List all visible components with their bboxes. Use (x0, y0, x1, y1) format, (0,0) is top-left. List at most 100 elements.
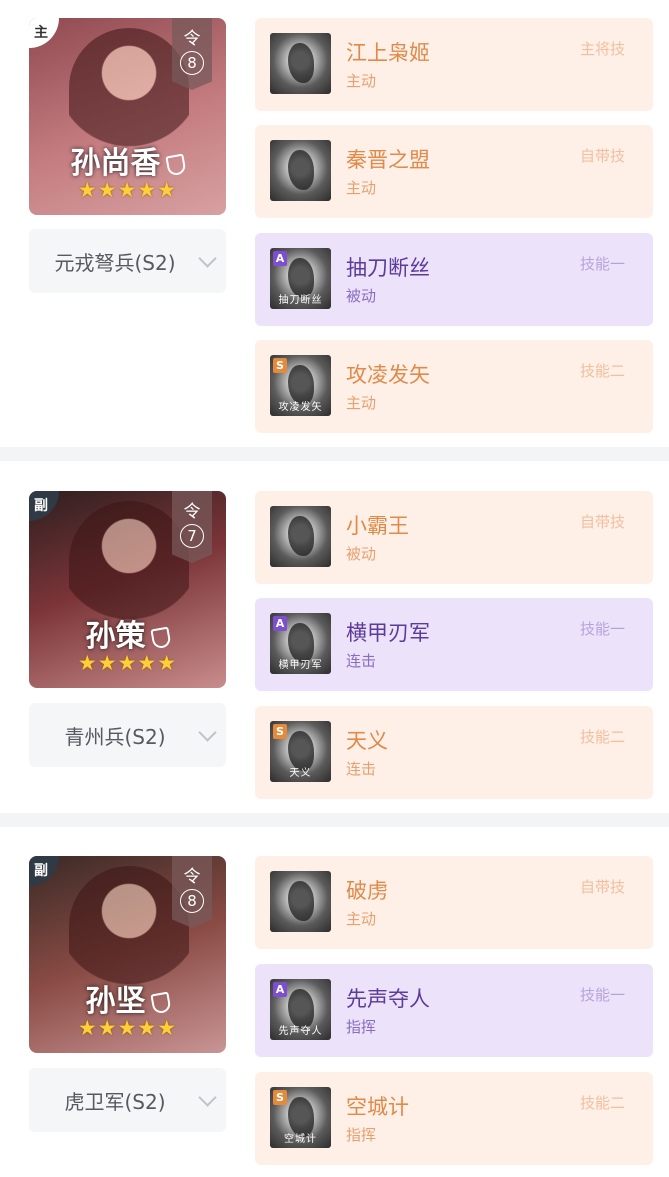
grade-badge: S (273, 1090, 287, 1105)
command-label: 令 (183, 502, 201, 522)
skill-icon (270, 506, 331, 567)
skill-slot: 技能一 (579, 620, 625, 638)
skill-icon: S 空城计 (270, 1087, 331, 1148)
skill-name: 小霸王 (346, 514, 409, 538)
skill-type: 连击 (346, 760, 377, 778)
grade-badge: A (273, 982, 287, 997)
shield-icon (149, 626, 172, 650)
skill-icon: S 天义 (270, 721, 331, 782)
skill-name: 秦晋之盟 (346, 148, 430, 172)
skill-slot: 自带技 (579, 513, 625, 531)
skill-slot: 自带技 (579, 147, 625, 165)
skill-icon: A 横甲刃军 (270, 613, 331, 674)
skill-icon: A 先声夺人 (270, 979, 331, 1040)
skill-name: 空城计 (346, 1095, 409, 1119)
star-rating: ★★★★★ (77, 1016, 178, 1040)
skill-icon: S 攻凌发矢 (270, 355, 331, 416)
skill-type: 被动 (346, 287, 377, 305)
skill-card[interactable]: S 天义 天义 连击 技能二 (255, 706, 653, 799)
role-badge: 副 (29, 491, 59, 521)
grade-badge: A (273, 251, 287, 266)
general-name-row: 孙策 (29, 611, 226, 655)
skill-card[interactable]: A 抽刀断丝 抽刀断丝 被动 技能一 (255, 233, 653, 326)
skill-slot: 主将技 (579, 40, 625, 58)
skill-type: 指挥 (346, 1018, 377, 1036)
command-label: 令 (183, 29, 201, 49)
skill-name: 抽刀断丝 (346, 256, 430, 280)
command-tag: 令 8 (172, 856, 212, 928)
skill-type: 连击 (346, 652, 377, 670)
grade-badge: S (273, 358, 287, 373)
skill-icon-caption: 空城计 (284, 1134, 317, 1145)
general-card[interactable]: 副 令 8 孙坚 ★★★★★ (29, 856, 226, 1053)
shield-icon (149, 991, 172, 1015)
general-card[interactable]: 副 令 7 孙策 ★★★★★ (29, 491, 226, 688)
troop-label: 虎卫军(S2) (64, 1089, 166, 1114)
skill-card[interactable]: A 横甲刃军 横甲刃军 连击 技能一 (255, 598, 653, 691)
troop-label: 青州兵(S2) (64, 724, 166, 749)
chevron-down-icon (198, 1087, 217, 1107)
chevron-down-icon (198, 722, 217, 742)
skill-card[interactable]: 秦晋之盟 主动 自带技 (255, 125, 653, 218)
command-value: 8 (180, 51, 204, 75)
skill-type: 主动 (346, 72, 377, 90)
general-name-row: 孙尚香 (29, 138, 226, 182)
skill-slot: 技能二 (579, 1094, 625, 1112)
skill-slot: 自带技 (579, 878, 625, 896)
skill-icon (270, 871, 331, 932)
skill-name: 攻凌发矢 (346, 363, 430, 387)
skill-icon: A 抽刀断丝 (270, 248, 331, 309)
skill-name: 江上枭姬 (346, 41, 430, 65)
general-card[interactable]: 主 令 8 孙尚香 ★★★★★ (29, 18, 226, 215)
grade-badge: S (273, 724, 287, 739)
skill-type: 被动 (346, 545, 377, 563)
skill-slot: 技能二 (579, 728, 625, 746)
skill-type: 主动 (346, 394, 377, 412)
troop-select[interactable]: 青州兵(S2) (29, 703, 226, 767)
command-tag: 令 7 (172, 491, 212, 563)
command-label: 令 (183, 867, 201, 887)
general-name: 孙尚香 (70, 146, 161, 181)
troop-select[interactable]: 虎卫军(S2) (29, 1068, 226, 1132)
skill-name: 破虏 (346, 879, 388, 903)
general-section-1: 主 令 8 孙尚香 ★★★★★ 元戎弩兵(S2) 江上枭姬 主动 主将技 秦晋之… (0, 0, 669, 447)
skill-type: 主动 (346, 179, 377, 197)
grade-badge: A (273, 616, 287, 631)
crossbow-shield-icon (164, 153, 187, 177)
skill-icon (270, 140, 331, 201)
skill-card[interactable]: 小霸王 被动 自带技 (255, 491, 653, 584)
command-value: 7 (180, 524, 204, 548)
skill-card[interactable]: S 空城计 空城计 指挥 技能二 (255, 1072, 653, 1165)
skill-card[interactable]: S 攻凌发矢 攻凌发矢 主动 技能二 (255, 340, 653, 433)
skill-icon-caption: 抽刀断丝 (278, 295, 323, 306)
skill-card[interactable]: A 先声夺人 先声夺人 指挥 技能一 (255, 964, 653, 1057)
role-badge: 主 (29, 18, 59, 48)
skill-name: 横甲刃军 (346, 621, 430, 645)
star-rating: ★★★★★ (77, 178, 178, 202)
star-rating: ★★★★★ (77, 651, 178, 675)
general-name: 孙策 (85, 619, 146, 654)
skill-icon (270, 33, 331, 94)
troop-label: 元戎弩兵(S2) (54, 250, 176, 275)
skill-name: 先声夺人 (346, 987, 430, 1011)
skill-slot: 技能一 (579, 986, 625, 1004)
general-name-row: 孙坚 (29, 976, 226, 1020)
skill-icon-caption: 横甲刃军 (278, 660, 323, 671)
command-value: 8 (180, 889, 204, 913)
general-section-3: 副 令 8 孙坚 ★★★★★ 虎卫军(S2) 破虏 主动 自带技 A 先声夺人 … (0, 827, 669, 1177)
skill-name: 天义 (346, 729, 388, 753)
skill-type: 指挥 (346, 1126, 377, 1144)
section-divider (0, 447, 669, 461)
general-section-2: 副 令 7 孙策 ★★★★★ 青州兵(S2) 小霸王 被动 自带技 A 横甲刃军… (0, 461, 669, 813)
general-name: 孙坚 (85, 984, 146, 1019)
skill-slot: 技能二 (579, 362, 625, 380)
skill-icon-caption: 攻凌发矢 (278, 402, 323, 413)
skill-card[interactable]: 破虏 主动 自带技 (255, 856, 653, 949)
skill-slot: 技能一 (579, 255, 625, 273)
skill-card[interactable]: 江上枭姬 主动 主将技 (255, 18, 653, 111)
chevron-down-icon (198, 248, 217, 268)
troop-select[interactable]: 元戎弩兵(S2) (29, 229, 226, 293)
role-badge: 副 (29, 856, 59, 886)
command-tag: 令 8 (172, 18, 212, 90)
skill-icon-caption: 天义 (289, 768, 312, 779)
